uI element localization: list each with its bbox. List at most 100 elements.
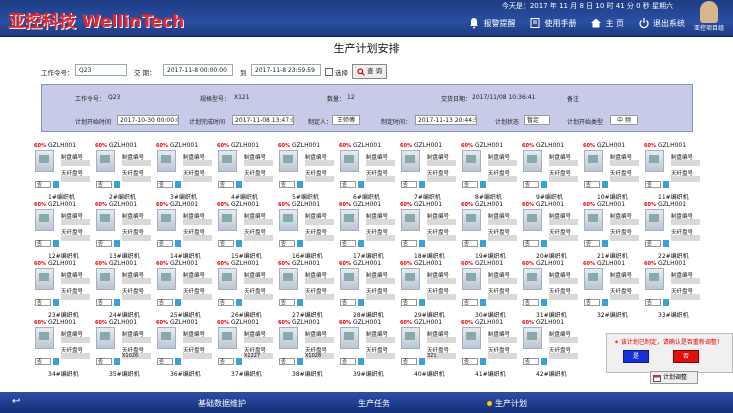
logout-button[interactable]: 退出系统	[638, 17, 685, 29]
machine-card[interactable]: 60% GZLH001 制盘编号 天纤盘号否 10#编织机	[583, 142, 641, 201]
status-select[interactable]: 否	[218, 240, 234, 247]
action-button[interactable]	[175, 240, 181, 247]
date-from-input[interactable]: 2017-11-8 00:00:00	[163, 64, 233, 76]
action-button[interactable]	[480, 299, 486, 306]
status-select[interactable]: 否	[35, 181, 51, 188]
machine-card[interactable]: 60% GZLH001 制盘编号 天纤盘号否 23#编织机	[34, 260, 92, 319]
action-button[interactable]	[541, 358, 547, 365]
action-button[interactable]	[236, 181, 242, 188]
status-select[interactable]: 否	[35, 299, 51, 306]
machine-card[interactable]: 60% GZLH001 制盘编号 天纤盘号否 14#编织机	[156, 201, 214, 260]
machine-card[interactable]: 60% GZLH001 制盘编号 天纤盘号否 21#编织机	[583, 201, 641, 260]
machine-card[interactable]: 60% GZLH001 制盘编号 天纤盘号否 3#编织机	[156, 142, 214, 201]
status-select[interactable]: 否	[401, 358, 417, 365]
machine-card[interactable]: 60% GZLH001 制盘编号 天纤盘号否 17#编织机	[339, 201, 397, 260]
machine-card[interactable]: 60% GZLH001 制盘编号 天纤盘号否 27#编织机	[278, 260, 336, 319]
nav-production-plan[interactable]: 生产计划	[487, 398, 527, 409]
action-button[interactable]	[541, 240, 547, 247]
plan-start-input[interactable]: 2017-10-30 00:00:00	[117, 115, 179, 125]
owner-input[interactable]: 王师傅	[332, 115, 360, 125]
machine-card[interactable]: 60% GZLH001 制盘编号 天纤盘号否 32#编织机	[583, 260, 641, 319]
status-select[interactable]: 否	[157, 299, 173, 306]
plan-end-input[interactable]: 2017-11-08 13:47:00	[232, 115, 294, 125]
action-button[interactable]	[602, 299, 608, 306]
action-button[interactable]	[114, 181, 120, 188]
machine-card[interactable]: 60% GZLH001 制盘编号 天纤盘号否 5#编织机	[278, 142, 336, 201]
machine-card[interactable]: 60% GZLH001 制盘编号 天纤盘号否 28#编织机	[339, 260, 397, 319]
machine-card[interactable]: 60% GZLH001 制盘编号 天纤盘号否 4#编织机	[217, 142, 275, 201]
machine-card[interactable]: 60% GZLH001 制盘编号 天纤盘号否 11#编织机	[644, 142, 702, 201]
dialog-no-button[interactable]: 否	[673, 350, 699, 363]
query-button[interactable]: 查 询	[352, 64, 388, 79]
action-button[interactable]	[419, 181, 425, 188]
status-select[interactable]: 否	[35, 358, 51, 365]
action-button[interactable]	[358, 181, 364, 188]
state-select[interactable]: 暂定	[524, 115, 550, 125]
status-select[interactable]: 否	[218, 181, 234, 188]
action-button[interactable]	[480, 358, 486, 365]
action-button[interactable]	[480, 240, 486, 247]
machine-card[interactable]: 60% GZLH001 制盘编号 天纤盘号 321 否 40#编织机	[400, 319, 458, 378]
status-select[interactable]: 否	[340, 299, 356, 306]
make-time-input[interactable]: 2017-11-13 20:44:50	[415, 115, 477, 125]
status-select[interactable]: 否	[340, 181, 356, 188]
machine-card[interactable]: 60% GZLH001 制盘编号 天纤盘号否 2#编织机	[95, 142, 153, 201]
select-checkbox[interactable]: 选择	[325, 67, 348, 77]
machine-card[interactable]: 60% GZLH001 制盘编号 天纤盘号否 6#编织机	[339, 142, 397, 201]
status-select[interactable]: 否	[584, 240, 600, 247]
status-select[interactable]: 否	[584, 181, 600, 188]
machine-card[interactable]: 60% GZLH001 制盘编号 天纤盘号否 29#编织机	[400, 260, 458, 319]
action-button[interactable]	[541, 181, 547, 188]
machine-card[interactable]: 60% GZLH001 制盘编号 天纤盘号否 18#编织机	[400, 201, 458, 260]
status-select[interactable]: 否	[218, 358, 234, 365]
status-select[interactable]: 否	[96, 240, 112, 247]
action-button[interactable]	[114, 299, 120, 306]
action-button[interactable]	[236, 240, 242, 247]
action-button[interactable]	[236, 299, 242, 306]
status-select[interactable]: 否	[462, 240, 478, 247]
plan-type-input[interactable]: 中 频	[610, 115, 638, 125]
user-profile[interactable]: 亚控项目组	[689, 1, 729, 32]
machine-card[interactable]: 60% GZLH001 制盘编号 天纤盘号 X1028 否 38#编织机	[278, 319, 336, 378]
alarm-button[interactable]: 报警提醒	[468, 17, 515, 29]
status-select[interactable]: 否	[279, 181, 295, 188]
machine-card[interactable]: 60% GZLH001 制盘编号 天纤盘号否 24#编织机	[95, 260, 153, 319]
status-select[interactable]: 否	[401, 181, 417, 188]
status-select[interactable]: 否	[401, 299, 417, 306]
machine-card[interactable]: 60% GZLH001 制盘编号 天纤盘号否 22#编织机	[644, 201, 702, 260]
status-select[interactable]: 否	[96, 358, 112, 365]
nav-basic-data[interactable]: 基础数据维护	[198, 398, 246, 409]
machine-card[interactable]: 60% GZLH001 制盘编号 天纤盘号否 13#编织机	[95, 201, 153, 260]
action-button[interactable]	[358, 299, 364, 306]
status-select[interactable]: 否	[279, 299, 295, 306]
machine-card[interactable]: 60% GZLH001 制盘编号 天纤盘号否 19#编织机	[461, 201, 519, 260]
status-select[interactable]: 否	[218, 299, 234, 306]
status-select[interactable]: 否	[340, 358, 356, 365]
machine-card[interactable]: 60% GZLH001 制盘编号 天纤盘号否 31#编织机	[522, 260, 580, 319]
machine-card[interactable]: 60% GZLH001 制盘编号 天纤盘号否 33#编织机	[644, 260, 702, 319]
machine-card[interactable]: 60% GZLH001 制盘编号 天纤盘号否 36#编织机	[156, 319, 214, 378]
dialog-yes-button[interactable]: 是	[623, 350, 649, 363]
action-button[interactable]	[114, 358, 120, 365]
status-select[interactable]: 否	[157, 240, 173, 247]
machine-card[interactable]: 60% GZLH001 制盘编号 天纤盘号否 25#编织机	[156, 260, 214, 319]
machine-card[interactable]: 60% GZLH001 制盘编号 天纤盘号 X1227 否 37#编织机	[217, 319, 275, 378]
action-button[interactable]	[175, 299, 181, 306]
status-select[interactable]: 否	[157, 358, 173, 365]
action-button[interactable]	[602, 240, 608, 247]
machine-card[interactable]: 60% GZLH001 制盘编号 天纤盘号否 30#编织机	[461, 260, 519, 319]
status-select[interactable]: 否	[584, 299, 600, 306]
status-select[interactable]: 否	[35, 240, 51, 247]
status-select[interactable]: 否	[340, 240, 356, 247]
status-select[interactable]: 否	[462, 181, 478, 188]
status-select[interactable]: 否	[462, 299, 478, 306]
action-button[interactable]	[297, 181, 303, 188]
date-to-input[interactable]: 2017-11-8 23:59:59	[251, 64, 321, 76]
action-button[interactable]	[236, 358, 242, 365]
action-button[interactable]	[175, 181, 181, 188]
machine-card[interactable]: 60% GZLH001 制盘编号 天纤盘号否 39#编织机	[339, 319, 397, 378]
action-button[interactable]	[53, 181, 59, 188]
action-button[interactable]	[297, 240, 303, 247]
schedule-adjust-button[interactable]: 计划调整	[650, 371, 698, 384]
machine-card[interactable]: 60% GZLH001 制盘编号 天纤盘号否 7#编织机	[400, 142, 458, 201]
